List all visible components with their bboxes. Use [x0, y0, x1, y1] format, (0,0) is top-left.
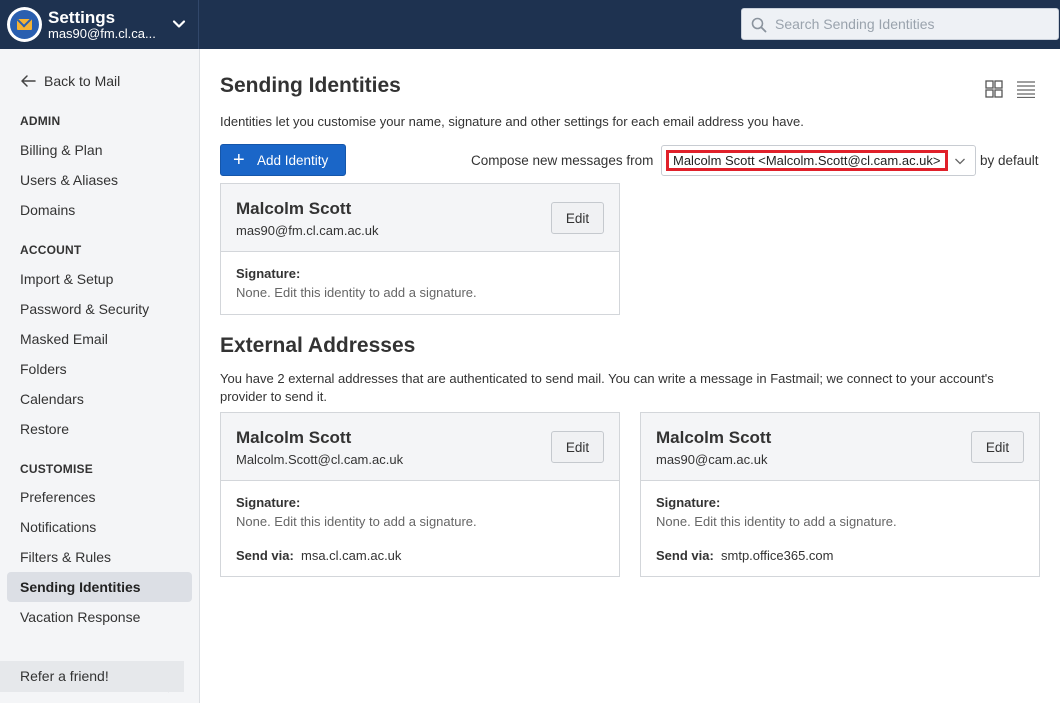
- identity-name: Malcolm Scott: [236, 428, 352, 447]
- external-addresses-description: You have 2 external addresses that are a…: [220, 371, 994, 404]
- sidebar-item-calendars[interactable]: Calendars: [7, 384, 192, 414]
- section-heading-admin: ADMIN: [20, 114, 61, 128]
- sidebar-item-billing[interactable]: Billing & Plan: [7, 135, 192, 165]
- identity-email: mas90@cam.ac.uk: [656, 452, 768, 467]
- edit-identity-button[interactable]: Edit: [551, 431, 604, 463]
- send-via-label: Send via:: [656, 548, 714, 563]
- back-to-mail-label: Back to Mail: [44, 73, 121, 89]
- app-switcher[interactable]: Settings mas90@fm.cl.ca...: [0, 0, 199, 49]
- section-heading-account: ACCOUNT: [20, 243, 82, 257]
- page-intro-text: Identities let you customise your name, …: [220, 114, 804, 129]
- search-icon: [751, 17, 767, 33]
- account-email: mas90@fm.cl.ca...: [48, 26, 156, 41]
- refer-a-friend-button[interactable]: Refer a friend!: [0, 661, 184, 693]
- edit-identity-button[interactable]: Edit: [971, 431, 1024, 463]
- default-identity-select[interactable]: Malcolm Scott <Malcolm.Scott@cl.cam.ac.u…: [661, 145, 976, 176]
- sidebar-item-restore[interactable]: Restore: [7, 414, 192, 444]
- send-via-value: smtp.office365.com: [721, 548, 834, 563]
- compose-default-suffix: by default: [980, 153, 1039, 168]
- external-identity-card: Malcolm Scott Malcolm.Scott@cl.cam.ac.uk…: [220, 412, 620, 577]
- top-bar: Settings mas90@fm.cl.ca...: [0, 0, 1060, 49]
- send-via-label: Send via:: [236, 548, 294, 563]
- identity-email: mas90@fm.cl.cam.ac.uk: [236, 223, 379, 238]
- sidebar-item-sending-identities[interactable]: Sending Identities: [7, 572, 192, 602]
- sidebar-item-vacation-response[interactable]: Vacation Response: [7, 602, 192, 632]
- default-identity-value: Malcolm Scott <Malcolm.Scott@cl.cam.ac.u…: [666, 150, 948, 171]
- fastmail-logo-icon: [7, 7, 42, 42]
- refer-a-friend-label: Refer a friend!: [20, 668, 109, 684]
- sidebar-item-users-aliases[interactable]: Users & Aliases: [7, 165, 192, 195]
- identity-name: Malcolm Scott: [656, 428, 772, 447]
- signature-value: None. Edit this identity to add a signat…: [656, 514, 897, 529]
- add-identity-button[interactable]: + Add Identity: [220, 144, 346, 176]
- chevron-down-icon: [955, 158, 965, 165]
- arrow-left-icon: [21, 75, 36, 87]
- chevron-down-icon[interactable]: [170, 15, 188, 33]
- external-identity-card: Malcolm Scott mas90@cam.ac.uk Edit Signa…: [640, 412, 1040, 577]
- signature-label: Signature:: [656, 495, 721, 510]
- add-identity-label: Add Identity: [257, 153, 329, 168]
- sidebar-item-password-security[interactable]: Password & Security: [7, 294, 192, 324]
- settings-sidebar: Back to Mail ADMIN Billing & Plan Users …: [0, 49, 200, 703]
- search-box[interactable]: [741, 8, 1059, 40]
- section-heading-customise: CUSTOMISE: [20, 462, 93, 476]
- identity-email: Malcolm.Scott@cl.cam.ac.uk: [236, 452, 404, 467]
- sidebar-item-folders[interactable]: Folders: [7, 354, 192, 384]
- search-input[interactable]: [775, 9, 1055, 39]
- plus-icon: +: [233, 149, 245, 171]
- sidebar-item-preferences[interactable]: Preferences: [7, 482, 192, 512]
- sidebar-item-domains[interactable]: Domains: [7, 195, 192, 225]
- sidebar-item-notifications[interactable]: Notifications: [7, 512, 192, 542]
- send-via-value: msa.cl.cam.ac.uk: [301, 548, 402, 563]
- identity-name: Malcolm Scott: [236, 199, 352, 218]
- page-title: Sending Identities: [220, 74, 401, 97]
- signature-label: Signature:: [236, 495, 301, 510]
- external-addresses-title: External Addresses: [220, 334, 416, 357]
- compose-from-label: Compose new messages from: [471, 153, 654, 168]
- sidebar-item-import-setup[interactable]: Import & Setup: [7, 264, 192, 294]
- sidebar-item-filters-rules[interactable]: Filters & Rules: [7, 542, 192, 572]
- sidebar-item-masked-email[interactable]: Masked Email: [7, 324, 192, 354]
- signature-label: Signature:: [236, 266, 301, 281]
- back-to-mail-link[interactable]: Back to Mail: [20, 71, 120, 91]
- identity-card: Malcolm Scott mas90@fm.cl.cam.ac.uk Edit…: [220, 183, 620, 315]
- grid-view-icon[interactable]: [985, 80, 1003, 98]
- app-title: Settings: [48, 8, 116, 27]
- signature-value: None. Edit this identity to add a signat…: [236, 514, 477, 529]
- edit-identity-button[interactable]: Edit: [551, 202, 604, 234]
- signature-value: None. Edit this identity to add a signat…: [236, 285, 477, 300]
- list-view-icon[interactable]: [1017, 80, 1035, 98]
